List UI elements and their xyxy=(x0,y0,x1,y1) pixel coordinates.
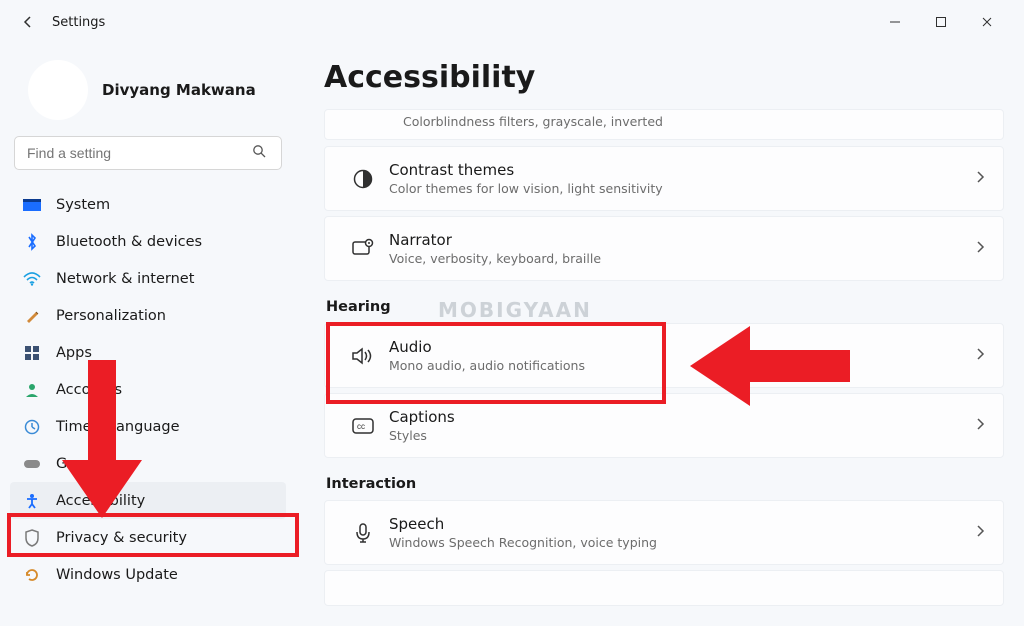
privacy-icon xyxy=(22,528,42,548)
setting-subtitle: Mono audio, audio notifications xyxy=(389,358,975,373)
sidebar-item-label: Bluetooth & devices xyxy=(56,234,202,250)
apps-icon xyxy=(22,343,42,363)
windows-update-icon xyxy=(22,565,42,585)
setting-title: Contrast themes xyxy=(389,161,975,179)
sidebar-item-label: Gaming xyxy=(56,456,113,472)
sidebar-item-label: Time & language xyxy=(56,419,180,435)
personalization-icon xyxy=(22,306,42,326)
sidebar-item-accessibility[interactable]: Accessibility xyxy=(10,482,286,519)
time-language-icon xyxy=(22,417,42,437)
back-button[interactable] xyxy=(14,8,42,36)
setting-row-speech[interactable]: Speech Windows Speech Recognition, voice… xyxy=(324,500,1004,565)
speech-icon xyxy=(343,522,383,544)
section-heading-hearing: Hearing xyxy=(326,299,1004,315)
window-title: Settings xyxy=(52,15,105,30)
setting-row-color-filters-partial[interactable]: Colorblindness filters, grayscale, inver… xyxy=(324,109,1004,140)
window-controls xyxy=(872,7,1010,37)
sidebar-item-label: Privacy & security xyxy=(56,530,187,546)
setting-title: Audio xyxy=(389,338,975,356)
setting-title: Captions xyxy=(389,408,975,426)
chevron-right-icon xyxy=(975,169,985,188)
setting-subtitle: Voice, verbosity, keyboard, braille xyxy=(389,251,975,266)
contrast-themes-icon xyxy=(343,168,383,190)
bluetooth-icon xyxy=(22,232,42,252)
close-button[interactable] xyxy=(964,7,1010,37)
accessibility-icon xyxy=(22,491,42,511)
system-icon xyxy=(22,195,42,215)
content-pane: Accessibility Colorblindness filters, gr… xyxy=(300,44,1024,626)
search-input[interactable] xyxy=(14,136,282,170)
titlebar: Settings xyxy=(0,0,1024,44)
sidebar-item-bluetooth[interactable]: Bluetooth & devices xyxy=(10,223,286,260)
sidebar-item-system[interactable]: System xyxy=(10,186,286,223)
sidebar-item-label: Accessibility xyxy=(56,493,145,509)
setting-title: Narrator xyxy=(389,231,975,249)
gaming-icon xyxy=(22,454,42,474)
page-title: Accessibility xyxy=(324,60,1004,95)
sidebar-item-personalization[interactable]: Personalization xyxy=(10,297,286,334)
accounts-icon xyxy=(22,380,42,400)
sidebar-item-apps[interactable]: Apps xyxy=(10,334,286,371)
setting-row-narrator[interactable]: Narrator Voice, verbosity, keyboard, bra… xyxy=(324,216,1004,281)
chevron-right-icon xyxy=(975,523,985,542)
setting-subtitle: Windows Speech Recognition, voice typing xyxy=(389,535,975,550)
section-heading-interaction: Interaction xyxy=(326,476,1004,492)
audio-icon xyxy=(343,346,383,366)
sidebar-item-network[interactable]: Network & internet xyxy=(10,260,286,297)
captions-icon: cc xyxy=(343,417,383,435)
narrator-icon xyxy=(343,238,383,260)
profile-block[interactable]: Divyang Makwana xyxy=(4,54,292,136)
sidebar-item-label: Personalization xyxy=(56,308,166,324)
sidebar-item-label: Network & internet xyxy=(56,271,194,287)
maximize-button[interactable] xyxy=(918,7,964,37)
setting-row-captions[interactable]: cc Captions Styles xyxy=(324,393,1004,458)
setting-subtitle: Color themes for low vision, light sensi… xyxy=(389,181,975,196)
sidebar-item-privacy[interactable]: Privacy & security xyxy=(10,519,286,556)
profile-name: Divyang Makwana xyxy=(102,81,256,99)
chevron-right-icon xyxy=(975,346,985,365)
minimize-button[interactable] xyxy=(872,7,918,37)
sidebar-item-accounts[interactable]: Accounts xyxy=(10,371,286,408)
chevron-right-icon xyxy=(975,239,985,258)
setting-row-audio[interactable]: Audio Mono audio, audio notifications xyxy=(324,323,1004,388)
sidebar-item-label: Apps xyxy=(56,345,92,361)
avatar xyxy=(28,60,88,120)
chevron-right-icon xyxy=(975,416,985,435)
sidebar-item-windows-update[interactable]: Windows Update xyxy=(10,556,286,593)
sidebar-item-label: Windows Update xyxy=(56,567,178,583)
sidebar: Divyang Makwana System Bluetooth & devic… xyxy=(0,44,300,626)
nav-list: System Bluetooth & devices Network & int… xyxy=(4,182,292,597)
sidebar-item-label: Accounts xyxy=(56,382,122,398)
setting-subtitle: Styles xyxy=(389,428,975,443)
setting-row-contrast-themes[interactable]: Contrast themes Color themes for low vis… xyxy=(324,146,1004,211)
setting-title: Speech xyxy=(389,515,975,533)
sidebar-item-label: System xyxy=(56,197,110,213)
search-icon xyxy=(252,144,266,162)
svg-text:cc: cc xyxy=(357,422,365,431)
network-icon xyxy=(22,269,42,289)
setting-row-keyboard-partial[interactable] xyxy=(324,570,1004,606)
sidebar-item-time-language[interactable]: Time & language xyxy=(10,408,286,445)
sidebar-item-gaming[interactable]: Gaming xyxy=(10,445,286,482)
